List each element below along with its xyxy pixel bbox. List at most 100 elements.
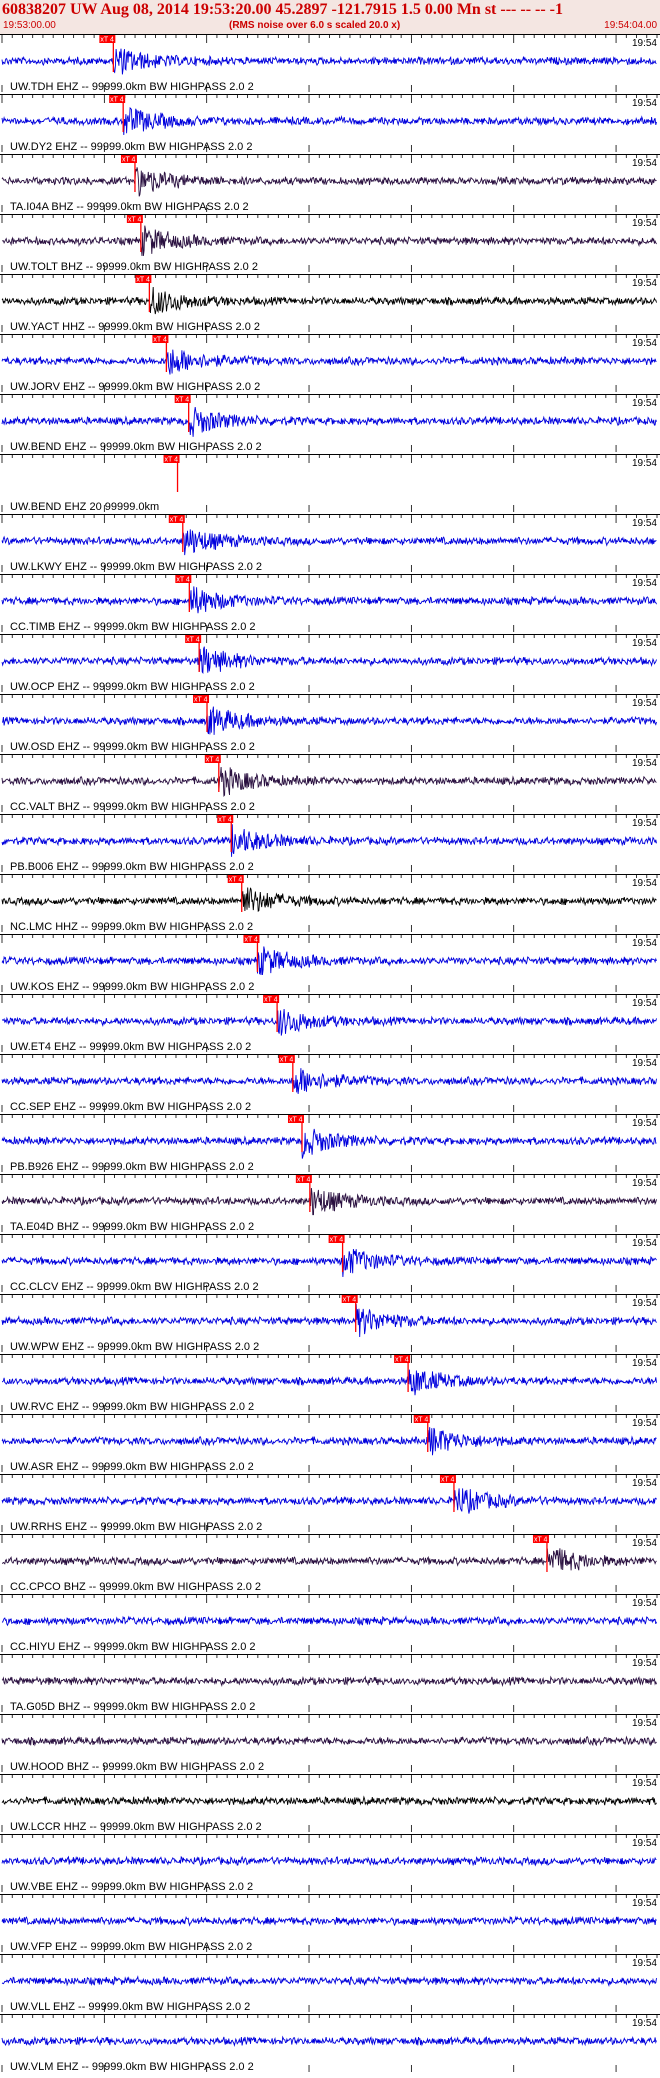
trace-time-label: 19:54 bbox=[632, 578, 657, 589]
time-ticks bbox=[1, 1595, 658, 1603]
pick-marker[interactable]: xT 4 bbox=[243, 935, 260, 972]
trace-row: 19:54 CC.SEP EHZ -- 99999.0km BW HIGHPASS… bbox=[0, 1054, 660, 1113]
pick-marker[interactable]: xT 4 bbox=[152, 335, 169, 372]
trace-label: UW.VBE EHZ -- 99999.0km BW HIGHPASS 2.0 … bbox=[10, 1881, 253, 1893]
trace-label: UW.LCCR HHZ -- 99999.0km BW HIGHPASS 2.0… bbox=[10, 1821, 262, 1833]
pick-marker[interactable]: xT 4 bbox=[193, 695, 210, 732]
time-ticks bbox=[1, 275, 658, 283]
trace-time-label: 19:54 bbox=[632, 758, 657, 769]
trace-time-label: 19:54 bbox=[632, 1718, 657, 1729]
pick-marker[interactable]: xT 4 bbox=[263, 995, 280, 1032]
time-ticks bbox=[1, 455, 658, 463]
waveform bbox=[1, 946, 657, 976]
pick-label: xT 4 bbox=[122, 157, 136, 164]
waveform bbox=[1, 1615, 657, 1627]
pick-label: xT 4 bbox=[136, 277, 150, 284]
trace-time-label: 19:54 bbox=[632, 938, 657, 949]
trace-row: 19:54 UW.WPW EHZ -- 99999.0km BW HIGHPASS… bbox=[0, 1294, 660, 1353]
trace-row: 19:54 UW.OSD EHZ -- 99999.0km BW HIGHPASS… bbox=[0, 694, 660, 753]
pick-marker[interactable]: xT 4 bbox=[168, 515, 185, 552]
waveform bbox=[1, 225, 657, 257]
pick-marker[interactable]: xT 4 bbox=[120, 155, 137, 192]
trace-row: 19:54 CC.VALT BHZ -- 99999.0km BW HIGHPAS… bbox=[0, 754, 660, 813]
pick-marker[interactable]: xT 4 bbox=[439, 1475, 456, 1512]
trace-label: CC.CLCV EHZ -- 99999.0km BW HIGHPASS 2.0… bbox=[10, 1281, 259, 1293]
pick-marker[interactable]: xT 4 bbox=[109, 95, 126, 132]
trace-label: UW.VLM EHZ -- 99999.0km BW HIGHPASS 2.0 … bbox=[10, 2061, 254, 2073]
time-ticks bbox=[1, 635, 658, 643]
waveform bbox=[1, 824, 657, 857]
trace-label: UW.OSD EHZ -- 99999.0km BW HIGHPASS 2.0 … bbox=[10, 741, 255, 753]
trace-row: 19:54 TA.I04A BHZ -- 99999.0km BW HIGHPAS… bbox=[0, 154, 660, 213]
trace-row: 19:54 UW.ASR EHZ -- 99999.0km BW HIGHPASS… bbox=[0, 1414, 660, 1473]
waveform bbox=[1, 406, 657, 437]
time-ticks bbox=[1, 1115, 658, 1123]
pick-marker[interactable]: xT 4 bbox=[204, 755, 221, 792]
trace-time-label: 19:54 bbox=[632, 518, 657, 529]
trace-label: UW.BEND EHZ 20 99999.0km bbox=[10, 501, 159, 513]
trace-row: 19:54 UW.LKWY EHZ -- 99999.0km BW HIGHPAS… bbox=[0, 514, 660, 573]
pick-marker[interactable]: xT 4 bbox=[295, 1175, 312, 1212]
pick-marker[interactable]: xT 4 bbox=[532, 1535, 549, 1572]
trace-time-label: 19:54 bbox=[632, 1058, 657, 1069]
pick-label: xT 4 bbox=[264, 997, 278, 1004]
trace-time-label: 19:54 bbox=[632, 458, 657, 469]
pick-marker[interactable]: xT 4 bbox=[99, 35, 116, 72]
pick-marker[interactable]: xT 4 bbox=[413, 1415, 430, 1452]
trace-row: 19:54 UW.RVC EHZ -- 99999.0km BW HIGHPASS… bbox=[0, 1354, 660, 1413]
trace-time-label: 19:54 bbox=[632, 1418, 657, 1429]
trace-row: 19:54 UW.TOLT BHZ -- 99999.0km BW HIGHPAS… bbox=[0, 214, 660, 273]
pick-marker[interactable]: xT 4 bbox=[278, 1055, 295, 1092]
time-ticks bbox=[1, 1295, 658, 1303]
pick-marker[interactable]: xT 4 bbox=[135, 275, 152, 312]
waveform bbox=[1, 1735, 657, 1747]
trace-time-label: 19:54 bbox=[632, 1598, 657, 1609]
pick-marker[interactable]: xT 4 bbox=[287, 1115, 304, 1152]
trace-time-label: 19:54 bbox=[632, 158, 657, 169]
time-ticks bbox=[1, 1835, 658, 1843]
pick-marker[interactable]: xT 4 bbox=[174, 395, 191, 432]
waveform bbox=[1, 1369, 657, 1396]
start-time: 19:53:00.00 bbox=[3, 20, 56, 31]
trace-row: 19:54 UW.LCCR HHZ -- 99999.0km BW HIGHPAS… bbox=[0, 1774, 660, 1833]
trace-label: UW.BEND EHZ -- 99999.0km BW HIGHPASS 2.0… bbox=[10, 441, 262, 453]
pick-marker[interactable]: xT 4 bbox=[163, 455, 180, 492]
time-ticks bbox=[1, 695, 658, 703]
time-ticks bbox=[1, 995, 658, 1003]
pick-marker[interactable]: xT 4 bbox=[175, 575, 192, 612]
pick-marker[interactable]: xT 4 bbox=[328, 1235, 345, 1272]
trace-time-label: 19:54 bbox=[632, 278, 657, 289]
waveform bbox=[1, 706, 657, 735]
pick-marker[interactable]: xT 4 bbox=[185, 635, 202, 672]
time-ticks bbox=[1, 1535, 658, 1543]
trace-label: TA.E04D BHZ -- 99999.0km BW HIGHPASS 2.0… bbox=[10, 1221, 254, 1233]
trace-time-label: 19:54 bbox=[632, 638, 657, 649]
pick-marker[interactable]: xT 4 bbox=[126, 215, 143, 252]
seismogram-panel: 19:54 UW.TDH EHZ -- 99999.0km BW HIGHPASS… bbox=[0, 34, 660, 2073]
trace-row: 19:54 UW.BEND EHZ 20 99999.0km xT 4 bbox=[0, 454, 660, 513]
pick-label: xT 4 bbox=[110, 97, 124, 104]
waveform bbox=[1, 48, 657, 75]
trace-label: UW.VFP EHZ -- 99999.0km BW HIGHPASS 2.0 … bbox=[10, 1941, 252, 1953]
event-header: 60838207 UW Aug 08, 2014 19:53:20.00 45.… bbox=[0, 0, 660, 35]
trace-row: 19:54 NC.LMC HHZ -- 99999.0km BW HIGHPASS… bbox=[0, 874, 660, 933]
pick-marker[interactable]: xT 4 bbox=[341, 1295, 358, 1332]
trace-row: 19:54 UW.KOS EHZ -- 99999.0km BW HIGHPASS… bbox=[0, 934, 660, 993]
pick-marker[interactable]: xT 4 bbox=[394, 1355, 411, 1392]
pick-marker[interactable]: xT 4 bbox=[227, 875, 244, 912]
pick-marker[interactable]: xT 4 bbox=[217, 815, 234, 852]
pick-label: xT 4 bbox=[289, 1117, 303, 1124]
trace-label: TA.I04A BHZ -- 99999.0km BW HIGHPASS 2.0… bbox=[10, 201, 249, 213]
trace-time-label: 19:54 bbox=[632, 98, 657, 109]
trace-time-label: 19:54 bbox=[632, 1238, 657, 1249]
waveform bbox=[1, 1303, 657, 1338]
trace-time-label: 19:54 bbox=[632, 398, 657, 409]
time-ticks bbox=[1, 1955, 658, 1963]
time-ticks bbox=[1, 755, 658, 763]
trace-label: UW.HOOD BHZ -- 99999.0km BW HIGHPASS 2.0… bbox=[10, 1761, 264, 1773]
trace-row: 19:54 UW.VLM EHZ -- 99999.0km BW HIGHPASS… bbox=[0, 2014, 660, 2073]
trace-row: 19:54 UW.OCP EHZ -- 99999.0km BW HIGHPASS… bbox=[0, 634, 660, 693]
trace-label: TA.G05D BHZ -- 99999.0km BW HIGHPASS 2.0… bbox=[10, 1701, 255, 1713]
trace-label: PB.B006 EHZ -- 99999.0km BW HIGHPASS 2.0… bbox=[10, 861, 254, 873]
trace-label: UW.YACT HHZ -- 99999.0km BW HIGHPASS 2.0… bbox=[10, 321, 260, 333]
